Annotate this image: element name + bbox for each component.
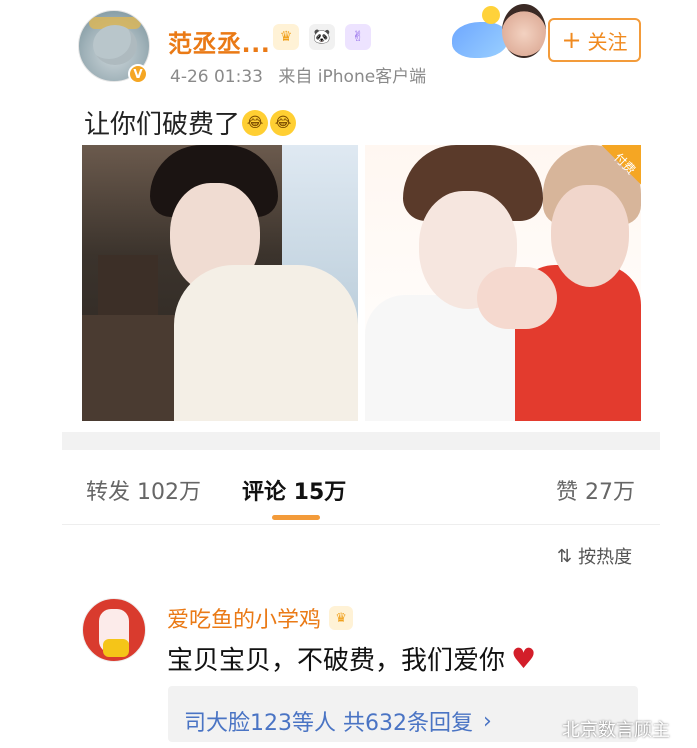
author-badges: ♛ 🐼 ✌ bbox=[273, 24, 371, 50]
hand bbox=[477, 267, 557, 329]
sort-button[interactable]: ⇅ 按热度 bbox=[557, 543, 632, 569]
comment-text-row: 宝贝宝贝，不破费，我们爱你 ♥ bbox=[167, 640, 536, 677]
watermark: 北京数言顾主 bbox=[562, 720, 670, 741]
commenter-avatar[interactable] bbox=[82, 598, 146, 662]
follow-label: 关注 bbox=[587, 29, 628, 54]
tab-likes[interactable]: 赞 27万 bbox=[556, 474, 635, 506]
author-name[interactable]: 范丞丞... bbox=[168, 24, 270, 59]
decor-blob bbox=[452, 22, 508, 58]
header-decoration bbox=[452, 0, 548, 64]
peace-hand-icon[interactable]: ✌ bbox=[345, 24, 371, 50]
verified-badge-icon: V bbox=[128, 64, 148, 84]
tab-repost[interactable]: 转发 102万 bbox=[86, 474, 201, 506]
post-time: 4-26 01:33 bbox=[170, 67, 263, 87]
post-text-content: 让你们破费了 bbox=[84, 110, 241, 140]
commenter-name[interactable]: 爱吃鱼的小学鸡 bbox=[167, 602, 321, 634]
decor-star-icon bbox=[482, 6, 500, 24]
avatar-character bbox=[93, 25, 137, 65]
avatar-figure-accent bbox=[103, 639, 129, 657]
sort-icon: ⇅ bbox=[557, 545, 573, 567]
follow-button[interactable]: + 关注 bbox=[548, 18, 641, 62]
replies-link[interactable]: 司大脸123等人 共632条回复 › bbox=[184, 705, 492, 737]
active-tab-indicator bbox=[272, 515, 320, 520]
tab-comments[interactable]: 评论 15万 bbox=[242, 474, 346, 506]
plus-icon: + bbox=[561, 26, 582, 54]
tabs-divider bbox=[62, 524, 660, 525]
comment-text: 宝贝宝贝，不破费，我们爱你 bbox=[167, 646, 506, 676]
sort-label: 按热度 bbox=[578, 547, 633, 568]
paid-tag: 付费 bbox=[585, 145, 641, 201]
person-jacket bbox=[174, 265, 358, 421]
post-text: 让你们破费了 😂 😂 bbox=[84, 104, 297, 141]
crying-laughing-emoji-icon: 😂 bbox=[270, 109, 297, 136]
commenter-name-row: 爱吃鱼的小学鸡 ♛ bbox=[167, 602, 354, 634]
section-divider bbox=[62, 432, 660, 450]
crown-icon[interactable]: ♛ bbox=[329, 606, 354, 630]
crown-icon[interactable]: ♛ bbox=[273, 24, 299, 50]
panda-icon[interactable]: 🐼 bbox=[309, 24, 335, 50]
heart-icon: ♥ bbox=[511, 642, 537, 675]
chevron-right-icon: › bbox=[482, 708, 492, 734]
post-image-2[interactable]: 付费 bbox=[365, 145, 641, 421]
replies-label: 司大脸123等人 共632条回复 bbox=[184, 711, 473, 736]
crying-laughing-emoji-icon: 😂 bbox=[242, 109, 269, 136]
post-meta: 4-26 01:33 来自 iPhone客户端 bbox=[170, 62, 426, 87]
post-source: 来自 iPhone客户端 bbox=[278, 67, 427, 87]
post-image-1[interactable] bbox=[82, 145, 358, 421]
decor-portrait bbox=[502, 4, 546, 58]
